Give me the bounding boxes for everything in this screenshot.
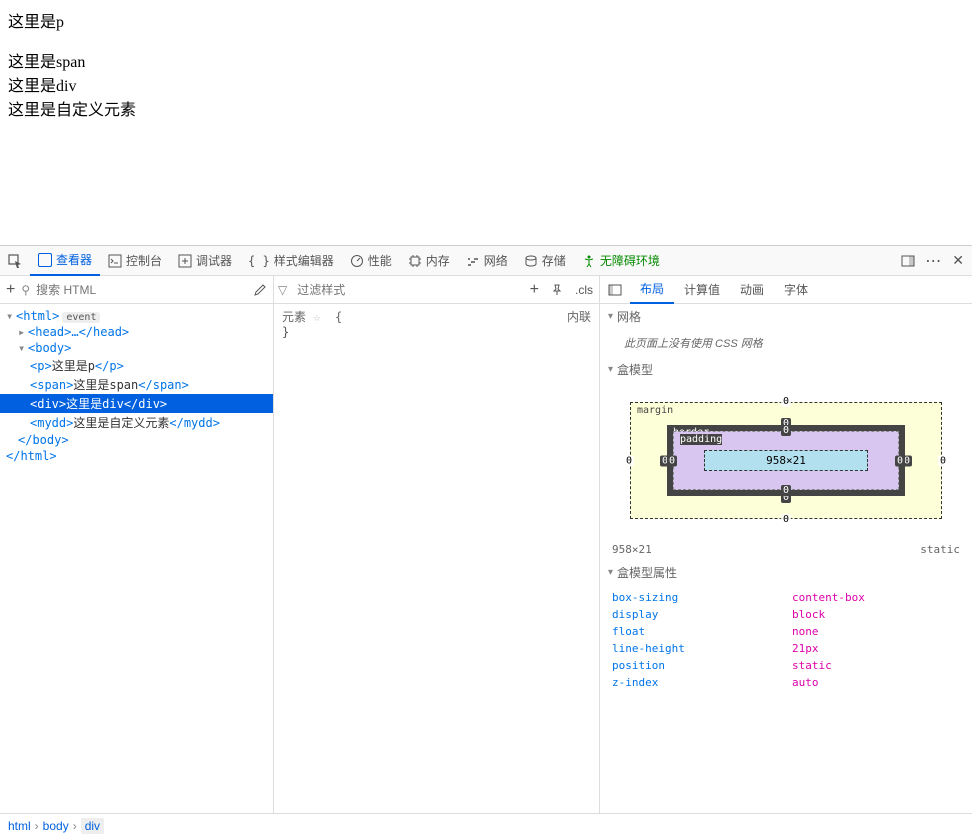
page-p: 这里是p <box>8 8 964 32</box>
add-node-button[interactable]: + <box>6 281 15 299</box>
breadcrumb: html › body › div <box>0 813 972 837</box>
accessibility-icon <box>582 254 596 268</box>
prop-row[interactable]: line-height21px <box>612 640 960 657</box>
crumb-div[interactable]: div <box>81 818 104 834</box>
tab-style-editor[interactable]: { } 样式编辑器 <box>240 246 342 276</box>
tab-debugger[interactable]: 调试器 <box>170 246 240 276</box>
tab-layout[interactable]: 布局 <box>630 276 674 304</box>
tab-network[interactable]: 网络 <box>458 246 516 276</box>
tab-animation[interactable]: 动画 <box>730 276 774 304</box>
crumb-html[interactable]: html <box>8 819 31 833</box>
boxmodel-section-header[interactable]: ▾盒模型 <box>600 357 972 382</box>
tab-inspector[interactable]: 查看器 <box>30 246 100 276</box>
rules-list[interactable]: 元素 ☆ { 内联 } <box>274 304 599 813</box>
tab-console[interactable]: 控制台 <box>100 246 170 276</box>
box-content-size[interactable]: 958×21 <box>704 450 868 471</box>
close-devtools-button[interactable]: ✕ <box>952 252 964 269</box>
search-input[interactable] <box>36 283 247 297</box>
toggle-panel-button[interactable] <box>600 283 630 297</box>
gauge-icon <box>350 254 364 268</box>
boxmodel-summary: 958×21 static <box>600 539 972 560</box>
grid-section-header[interactable]: ▾网格 <box>600 304 972 329</box>
tab-memory[interactable]: 内存 <box>400 246 458 276</box>
boxmodel-props-list: box-sizingcontent-boxdisplayblockfloatno… <box>600 585 972 695</box>
crumb-body[interactable]: body <box>43 819 69 833</box>
edit-icon[interactable] <box>253 283 267 297</box>
box-model-diagram[interactable]: margin 0 0 0 0 border 0 0 0 0 padding 0 <box>600 382 972 539</box>
filter-input[interactable] <box>291 283 523 297</box>
grid-empty-msg: 此页面上没有使用 CSS 网格 <box>600 329 972 357</box>
braces-icon: { } <box>248 254 270 268</box>
dock-side-icon[interactable] <box>901 254 915 268</box>
prop-row[interactable]: box-sizingcontent-box <box>612 589 960 606</box>
rendered-page: 这里是p 这里是span 这里是div 这里是自定义元素 <box>0 0 972 245</box>
prop-row[interactable]: positionstatic <box>612 657 960 674</box>
tab-font[interactable]: 字体 <box>774 276 818 304</box>
pin-button[interactable] <box>545 284 569 296</box>
tab-performance[interactable]: 性能 <box>342 246 400 276</box>
element-picker-button[interactable] <box>0 246 30 276</box>
boxmodel-props-header[interactable]: ▾盒模型属性 <box>600 560 972 585</box>
filter-icon: ▽ <box>274 283 291 297</box>
page-span: 这里是span <box>8 48 964 72</box>
inspector-icon <box>38 253 52 267</box>
selected-node: <div>这里是div</div> <box>0 394 273 413</box>
prop-row[interactable]: floatnone <box>612 623 960 640</box>
memory-icon <box>408 254 422 268</box>
page-custom: 这里是自定义元素 <box>8 96 964 120</box>
add-rule-button[interactable]: + <box>524 281 545 299</box>
network-icon <box>466 254 480 268</box>
dom-panel: + ⚲ ▾<html>event ▸<head>…</head> ▾<body>… <box>0 276 274 813</box>
cls-button[interactable]: .cls <box>569 283 599 297</box>
layout-panel: 布局 计算值 动画 字体 ▾网格 此页面上没有使用 CSS 网格 ▾盒模型 ma… <box>600 276 972 813</box>
more-button[interactable]: ⋯ <box>925 251 942 271</box>
tab-storage[interactable]: 存储 <box>516 246 574 276</box>
page-div: 这里是div <box>8 72 964 96</box>
search-icon: ⚲ <box>21 283 30 297</box>
dom-tree[interactable]: ▾<html>event ▸<head>…</head> ▾<body> <p>… <box>0 304 273 813</box>
console-icon <box>108 254 122 268</box>
devtools-tabs: 查看器 控制台 调试器 { } 样式编辑器 性能 内存 网络 存储 <box>0 246 972 276</box>
tab-computed[interactable]: 计算值 <box>674 276 730 304</box>
prop-row[interactable]: z-indexauto <box>612 674 960 691</box>
prop-row[interactable]: displayblock <box>612 606 960 623</box>
storage-icon <box>524 254 538 268</box>
tab-accessibility[interactable]: 无障碍环境 <box>574 246 668 276</box>
debugger-icon <box>178 254 192 268</box>
styles-panel: ▽ + .cls 元素 ☆ { 内联 } <box>274 276 600 813</box>
picker-icon <box>8 254 22 268</box>
devtools-panel: 查看器 控制台 调试器 { } 样式编辑器 性能 内存 网络 存储 <box>0 245 972 837</box>
